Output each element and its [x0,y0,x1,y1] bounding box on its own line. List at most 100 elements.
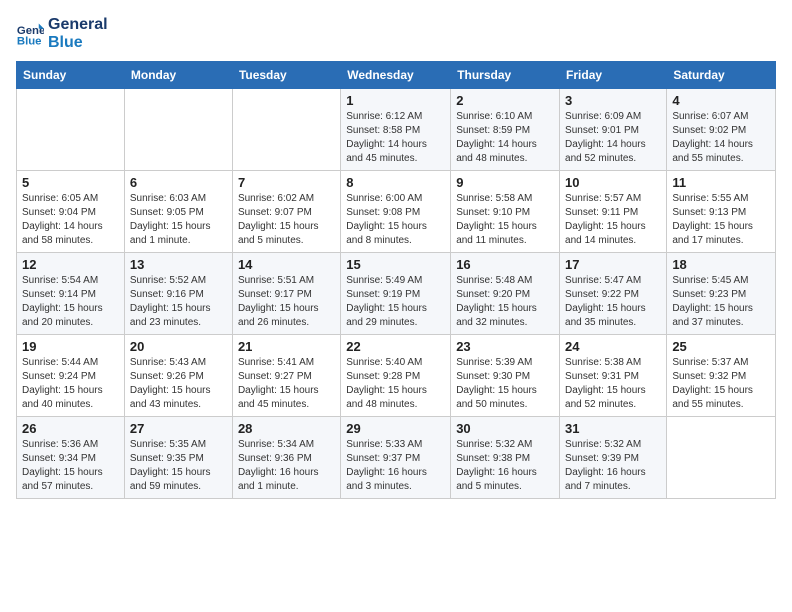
cell-details: Sunrise: 5:36 AMSunset: 9:34 PMDaylight:… [22,438,119,494]
cell-details: Sunrise: 5:34 AMSunset: 9:36 PMDaylight:… [238,438,335,494]
day-number: 4 [672,93,770,108]
calendar-cell: 13 Sunrise: 5:52 AMSunset: 9:16 PMDayligh… [124,253,232,335]
day-number: 3 [565,93,661,108]
day-number: 26 [22,421,119,436]
day-header-friday: Friday [560,62,667,89]
cell-details: Sunrise: 5:57 AMSunset: 9:11 PMDaylight:… [565,192,661,248]
calendar-header-row: SundayMondayTuesdayWednesdayThursdayFrid… [17,62,776,89]
day-number: 10 [565,175,661,190]
day-number: 1 [346,93,445,108]
calendar-cell: 15 Sunrise: 5:49 AMSunset: 9:19 PMDayligh… [341,253,451,335]
calendar-week-2: 5 Sunrise: 6:05 AMSunset: 9:04 PMDaylight… [17,171,776,253]
day-number: 24 [565,339,661,354]
cell-details: Sunrise: 5:54 AMSunset: 9:14 PMDaylight:… [22,274,119,330]
cell-details: Sunrise: 5:33 AMSunset: 9:37 PMDaylight:… [346,438,445,494]
calendar-week-3: 12 Sunrise: 5:54 AMSunset: 9:14 PMDayligh… [17,253,776,335]
calendar-cell: 2Sunrise: 6:10 AMSunset: 8:59 PMDaylight… [451,89,560,171]
calendar-cell: 10 Sunrise: 5:57 AMSunset: 9:11 PMDayligh… [560,171,667,253]
cell-details: Sunrise: 5:43 AMSunset: 9:26 PMDaylight:… [130,356,227,412]
cell-details: Sunrise: 5:38 AMSunset: 9:31 PMDaylight:… [565,356,661,412]
calendar-body: 1 Sunrise: 6:12 AMSunset: 8:58 PMDaylight… [17,89,776,499]
calendar-cell: 5 Sunrise: 6:05 AMSunset: 9:04 PMDaylight… [17,171,125,253]
calendar-cell: 12 Sunrise: 5:54 AMSunset: 9:14 PMDayligh… [17,253,125,335]
calendar-cell [17,89,125,171]
cell-details: Sunrise: 5:39 AMSunset: 9:30 PMDaylight:… [456,356,554,412]
cell-details: Sunrise: 5:35 AMSunset: 9:35 PMDaylight:… [130,438,227,494]
day-header-tuesday: Tuesday [232,62,340,89]
cell-details: Sunrise: 5:47 AMSunset: 9:22 PMDaylight:… [565,274,661,330]
day-number: 27 [130,421,227,436]
day-number: 29 [346,421,445,436]
cell-details: Sunrise: 5:37 AMSunset: 9:32 PMDaylight:… [672,356,770,412]
calendar-cell: 16 Sunrise: 5:48 AMSunset: 9:20 PMDayligh… [451,253,560,335]
calendar-week-5: 26 Sunrise: 5:36 AMSunset: 9:34 PMDayligh… [17,417,776,499]
cell-details: Sunrise: 6:00 AMSunset: 9:08 PMDaylight:… [346,192,445,248]
day-number: 23 [456,339,554,354]
day-number: 5 [22,175,119,190]
day-number: 15 [346,257,445,272]
calendar-week-4: 19 Sunrise: 5:44 AMSunset: 9:24 PMDayligh… [17,335,776,417]
calendar-cell: 3 Sunrise: 6:09 AMSunset: 9:01 PMDaylight… [560,89,667,171]
day-header-wednesday: Wednesday [341,62,451,89]
calendar-cell: 17 Sunrise: 5:47 AMSunset: 9:22 PMDayligh… [560,253,667,335]
calendar-cell: 29 Sunrise: 5:33 AMSunset: 9:37 PMDayligh… [341,417,451,499]
calendar-cell: 25Sunrise: 5:37 AMSunset: 9:32 PMDayligh… [667,335,776,417]
day-number: 22 [346,339,445,354]
calendar-cell: 6 Sunrise: 6:03 AMSunset: 9:05 PMDaylight… [124,171,232,253]
calendar-cell: 23 Sunrise: 5:39 AMSunset: 9:30 PMDayligh… [451,335,560,417]
day-number: 31 [565,421,661,436]
calendar-cell: 28 Sunrise: 5:34 AMSunset: 9:36 PMDayligh… [232,417,340,499]
calendar-table: SundayMondayTuesdayWednesdayThursdayFrid… [16,61,776,499]
cell-details: Sunrise: 5:55 AMSunset: 9:13 PMDaylight:… [672,192,770,248]
calendar-cell: 21Sunrise: 5:41 AMSunset: 9:27 PMDayligh… [232,335,340,417]
day-number: 6 [130,175,227,190]
day-header-saturday: Saturday [667,62,776,89]
day-header-thursday: Thursday [451,62,560,89]
cell-details: Sunrise: 6:09 AMSunset: 9:01 PMDaylight:… [565,110,661,166]
calendar-cell: 31Sunrise: 5:32 AMSunset: 9:39 PMDayligh… [560,417,667,499]
cell-details: Sunrise: 5:52 AMSunset: 9:16 PMDaylight:… [130,274,227,330]
day-header-sunday: Sunday [17,62,125,89]
calendar-cell: 27 Sunrise: 5:35 AMSunset: 9:35 PMDayligh… [124,417,232,499]
calendar-cell: 4 Sunrise: 6:07 AMSunset: 9:02 PMDaylight… [667,89,776,171]
cell-details: Sunrise: 5:48 AMSunset: 9:20 PMDaylight:… [456,274,554,330]
day-number: 16 [456,257,554,272]
calendar-cell [667,417,776,499]
day-number: 28 [238,421,335,436]
logo-line1: General [48,16,108,34]
cell-details: Sunrise: 5:49 AMSunset: 9:19 PMDaylight:… [346,274,445,330]
day-number: 30 [456,421,554,436]
cell-details: Sunrise: 5:44 AMSunset: 9:24 PMDaylight:… [22,356,119,412]
calendar-cell: 26 Sunrise: 5:36 AMSunset: 9:34 PMDayligh… [17,417,125,499]
day-number: 8 [346,175,445,190]
day-number: 17 [565,257,661,272]
cell-details: Sunrise: 6:12 AMSunset: 8:58 PMDaylight:… [346,110,445,166]
day-number: 13 [130,257,227,272]
calendar-cell: 22 Sunrise: 5:40 AMSunset: 9:28 PMDayligh… [341,335,451,417]
day-number: 14 [238,257,335,272]
day-number: 9 [456,175,554,190]
calendar-cell [232,89,340,171]
cell-details: Sunrise: 6:03 AMSunset: 9:05 PMDaylight:… [130,192,227,248]
calendar-cell: 20Sunrise: 5:43 AMSunset: 9:26 PMDayligh… [124,335,232,417]
calendar-cell: 8 Sunrise: 6:00 AMSunset: 9:08 PMDaylight… [341,171,451,253]
cell-details: Sunrise: 5:45 AMSunset: 9:23 PMDaylight:… [672,274,770,330]
cell-details: Sunrise: 5:40 AMSunset: 9:28 PMDaylight:… [346,356,445,412]
logo-icon: General Blue [16,20,44,48]
svg-text:Blue: Blue [17,35,42,47]
day-number: 12 [22,257,119,272]
logo-line2: Blue [48,34,108,52]
calendar-week-1: 1 Sunrise: 6:12 AMSunset: 8:58 PMDaylight… [17,89,776,171]
calendar-cell: 24 Sunrise: 5:38 AMSunset: 9:31 PMDayligh… [560,335,667,417]
cell-details: Sunrise: 6:02 AMSunset: 9:07 PMDaylight:… [238,192,335,248]
header: General Blue General Blue [16,16,776,51]
calendar-cell: 19 Sunrise: 5:44 AMSunset: 9:24 PMDayligh… [17,335,125,417]
cell-details: Sunrise: 5:51 AMSunset: 9:17 PMDaylight:… [238,274,335,330]
calendar-cell: 1 Sunrise: 6:12 AMSunset: 8:58 PMDaylight… [341,89,451,171]
day-number: 19 [22,339,119,354]
cell-details: Sunrise: 6:07 AMSunset: 9:02 PMDaylight:… [672,110,770,166]
day-number: 11 [672,175,770,190]
calendar-cell: 9Sunrise: 5:58 AMSunset: 9:10 PMDaylight… [451,171,560,253]
calendar-cell: 7Sunrise: 6:02 AMSunset: 9:07 PMDaylight… [232,171,340,253]
cell-details: Sunrise: 6:05 AMSunset: 9:04 PMDaylight:… [22,192,119,248]
